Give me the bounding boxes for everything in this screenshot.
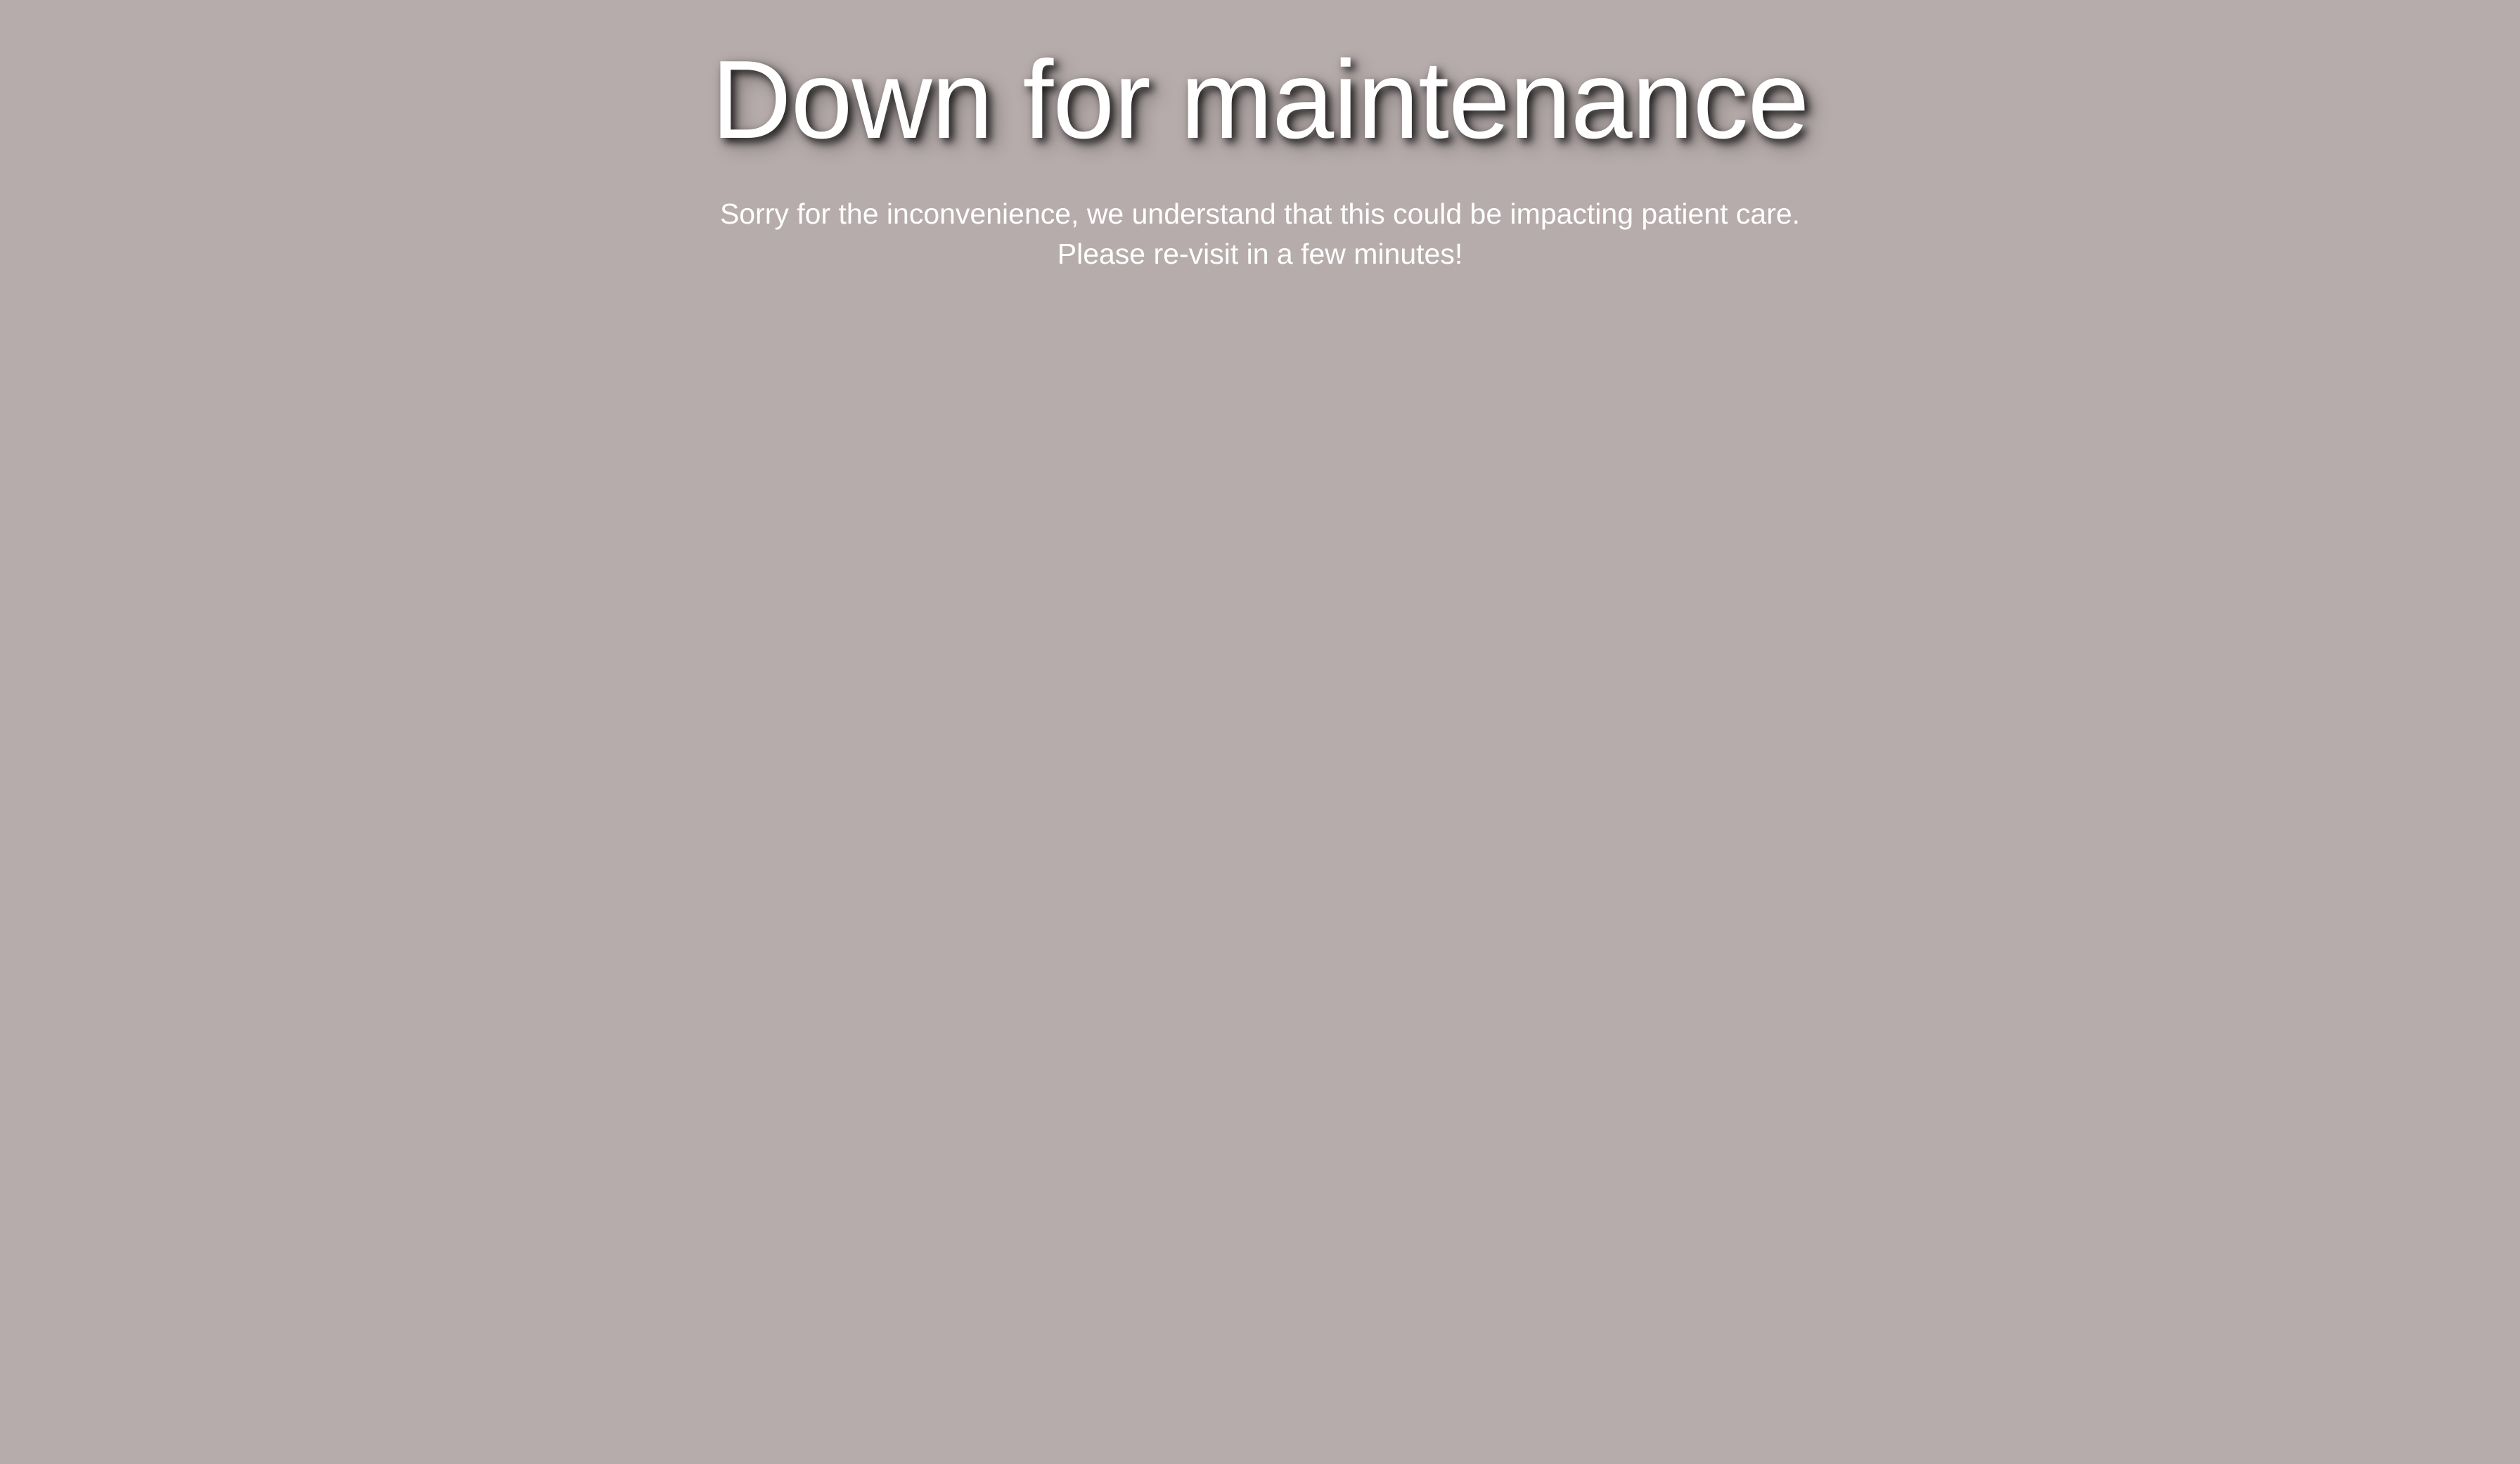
maintenance-page: Down for maintenance Sorry for the incon… — [0, 0, 2520, 1464]
maintenance-content: Down for maintenance Sorry for the incon… — [0, 37, 2520, 274]
page-title: Down for maintenance — [711, 38, 1810, 162]
apology-message: Sorry for the inconvenience, we understa… — [719, 198, 1801, 230]
revisit-message: Please re-visit in a few minutes! — [1057, 238, 1463, 270]
maintenance-message: Sorry for the inconvenience, we understa… — [0, 194, 2520, 274]
